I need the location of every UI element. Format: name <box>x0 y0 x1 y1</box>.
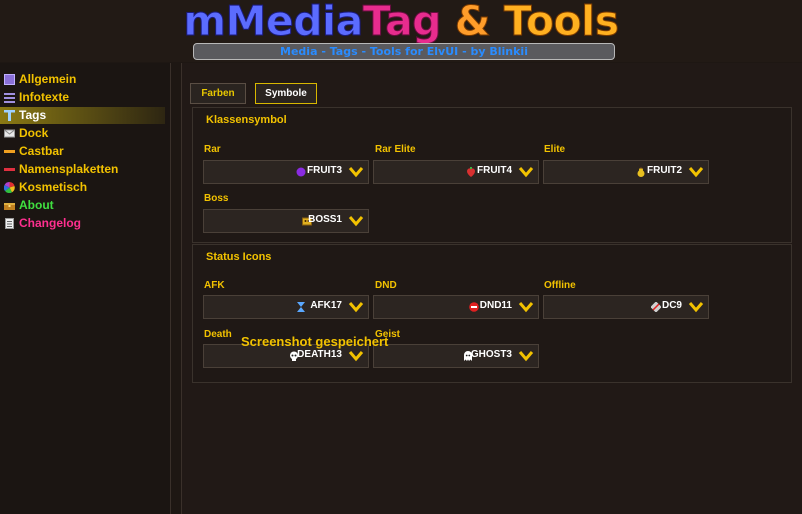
chevron-down-icon <box>688 302 704 313</box>
lines-icon <box>4 93 15 103</box>
field-label-boss: Boss <box>204 193 229 204</box>
dropdown-value: FRUIT4 <box>477 165 512 176</box>
dropdown-value: FRUIT2 <box>647 165 682 176</box>
addon-logo: mMediaTag & Tools <box>0 0 802 46</box>
chevron-down-icon <box>518 167 534 178</box>
group-status-icons: Status Icons AFK AFK17 DND DND11 Offline… <box>192 244 792 383</box>
logo-ampersand: & <box>440 0 504 46</box>
castbar-icon <box>4 150 15 153</box>
sidebar-item-changelog[interactable]: Changelog <box>0 215 165 232</box>
dropdown-boss[interactable]: BOSS1 <box>203 209 369 233</box>
sidebar-item-tags[interactable]: Tags <box>0 107 165 124</box>
gear-square-icon <box>4 74 15 85</box>
chevron-down-icon <box>348 351 364 362</box>
dropdown-geist[interactable]: GHOST3 <box>373 344 539 368</box>
field-label-elite: Elite <box>544 144 566 155</box>
chevron-down-icon <box>348 167 364 178</box>
sidebar: Allgemein Infotexte Tags Dock Castbar Na… <box>0 63 171 514</box>
sidebar-item-infotexte[interactable]: Infotexte <box>0 89 165 106</box>
dropdown-elite[interactable]: FRUIT2 <box>543 160 709 184</box>
chevron-down-icon <box>518 302 534 313</box>
sidebar-item-label: Namensplaketten <box>19 162 119 176</box>
dropdown-offline[interactable]: DC9 <box>543 295 709 319</box>
dropdown-value: DC9 <box>661 300 682 311</box>
group-title: Status Icons <box>206 251 272 263</box>
dropdown-rar[interactable]: FRUIT3 <box>203 160 369 184</box>
sidebar-item-allgemein[interactable]: Allgemein <box>0 71 165 88</box>
sidebar-item-label: Infotexte <box>19 90 70 104</box>
unplugged-icon <box>651 302 661 312</box>
group-klassensymbol: Klassensymbol Rar FRUIT3 Rar Elite FRUIT… <box>192 107 792 243</box>
chevron-down-icon <box>688 167 704 178</box>
chevron-down-icon <box>518 351 534 362</box>
sidebar-item-namensplaketten[interactable]: Namensplaketten <box>0 161 165 178</box>
tab-farben[interactable]: Farben <box>190 83 246 104</box>
sidebar-item-label: Castbar <box>19 144 64 158</box>
hourglass-icon <box>297 302 305 312</box>
notepad-icon <box>5 218 14 229</box>
dropdown-value: AFK17 <box>310 300 342 311</box>
color-wheel-icon <box>4 182 15 193</box>
nameplate-bar-icon <box>4 168 15 171</box>
screenshot-toast: Screenshot gespeichert <box>241 334 389 349</box>
field-label-offline: Offline <box>544 280 576 291</box>
group-title: Klassensymbol <box>206 114 287 126</box>
sidebar-item-label: About <box>19 198 54 212</box>
dropdown-value: FRUIT3 <box>307 165 342 176</box>
sidebar-item-castbar[interactable]: Castbar <box>0 143 165 160</box>
strawberry-icon <box>467 167 475 177</box>
treasure-chest-icon <box>4 203 15 210</box>
grape-icon <box>296 167 306 177</box>
field-label-death: Death <box>204 329 232 340</box>
sidebar-item-label: Allgemein <box>19 72 77 86</box>
dropdown-value: DND11 <box>479 300 512 311</box>
sidebar-item-label: Dock <box>19 126 49 140</box>
field-label-rar-elite: Rar Elite <box>375 144 416 155</box>
sidebar-item-about[interactable]: About <box>0 197 165 214</box>
content-panel: Farben Symbole Klassensymbol Rar FRUIT3 … <box>181 63 802 514</box>
logo-part-media: mMedia <box>183 0 364 46</box>
no-entry-icon <box>469 302 479 312</box>
addon-subtitle: Media - Tags - Tools for ElvUI - by Blin… <box>193 43 615 60</box>
logo-part-tools: Tools <box>503 0 619 46</box>
text-t-icon <box>4 110 15 121</box>
tab-symbole[interactable]: Symbole <box>255 83 317 104</box>
chevron-down-icon <box>348 216 364 227</box>
dropdown-value: BOSS1 <box>308 214 342 225</box>
pear-icon <box>637 167 645 177</box>
sidebar-item-label: Changelog <box>19 216 81 230</box>
field-label-rar: Rar <box>204 144 221 155</box>
dropdown-dnd[interactable]: DND11 <box>373 295 539 319</box>
envelope-icon <box>4 129 15 138</box>
field-label-afk: AFK <box>204 280 225 291</box>
dropdown-value: GHOST3 <box>470 349 512 360</box>
logo-part-tag: Tag <box>362 0 442 46</box>
dropdown-afk[interactable]: AFK17 <box>203 295 369 319</box>
sidebar-item-kosmetisch[interactable]: Kosmetisch <box>0 179 165 196</box>
sidebar-item-label: Kosmetisch <box>19 180 88 194</box>
field-label-dnd: DND <box>375 280 397 291</box>
dropdown-rar-elite[interactable]: FRUIT4 <box>373 160 539 184</box>
chevron-down-icon <box>348 302 364 313</box>
sidebar-item-dock[interactable]: Dock <box>0 125 165 142</box>
sidebar-item-label: Tags <box>19 108 47 122</box>
addon-header: mMediaTag & Tools Media - Tags - Tools f… <box>0 0 802 62</box>
